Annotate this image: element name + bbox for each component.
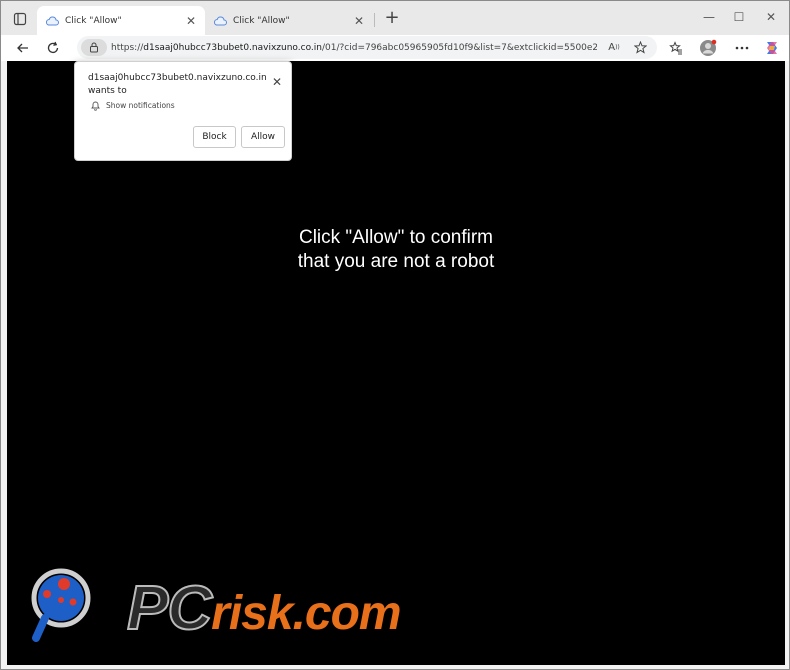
back-button[interactable] — [13, 38, 33, 58]
tab-title: Click "Allow" — [65, 15, 122, 26]
copilot-icon[interactable] — [763, 39, 781, 57]
allow-button[interactable]: Allow — [241, 126, 285, 148]
page-headline: Click "Allow" to confirm that you are no… — [7, 226, 785, 274]
tab-strip: Click "Allow" ✕ Click "Allow" ✕ + — ☐ ✕ — [1, 1, 789, 35]
tab-separator — [374, 13, 375, 27]
more-icon[interactable] — [733, 39, 751, 57]
new-tab-button[interactable]: + — [383, 9, 401, 28]
url-text[interactable]: https://d1saaj0hubcc73bubet0.navixzuno.c… — [111, 43, 597, 53]
minimize-button[interactable]: — — [701, 9, 717, 25]
watermark-risk: risk.com — [211, 587, 401, 640]
popup-close-button[interactable]: ✕ — [271, 76, 283, 88]
lock-icon — [90, 42, 98, 53]
popup-origin: d1saaj0hubcc73bubet0.navixzuno.co.in wan… — [88, 72, 268, 98]
block-button[interactable]: Block — [193, 126, 236, 148]
close-window-button[interactable]: ✕ — [763, 9, 779, 25]
pcrisk-watermark: PCrisk.com — [31, 566, 471, 646]
permission-row: Show notifications — [89, 99, 175, 111]
back-arrow-icon — [17, 43, 28, 53]
tab-close-icon[interactable]: ✕ — [353, 14, 365, 28]
profile-icon[interactable] — [699, 39, 717, 57]
url-path: /01/?cid=796abc05965905fd10f9&list=7&ext… — [321, 42, 597, 53]
cloud-icon — [45, 14, 59, 28]
magnifier-logo-icon — [31, 568, 91, 642]
url-prefix: https:// — [111, 42, 144, 53]
headline-line-2: that you are not a robot — [297, 251, 495, 272]
cloud-icon — [213, 14, 227, 28]
toolbar: https://d1saaj0hubcc73bubet0.navixzuno.c… — [1, 35, 789, 61]
refresh-icon — [47, 41, 59, 54]
tab-actions-icon — [13, 12, 27, 26]
notification-permission-popup: d1saaj0hubcc73bubet0.navixzuno.co.in wan… — [74, 61, 292, 161]
site-info-button[interactable] — [81, 39, 107, 56]
star-icon[interactable] — [631, 39, 649, 57]
url-host: d1saaj0hubcc73bubet0.navixzuno.co.in — [143, 42, 322, 53]
headline-line-1: Click "Allow" to confirm — [298, 227, 494, 248]
watermark-pc: PC — [126, 573, 213, 644]
refresh-button[interactable] — [43, 38, 63, 58]
favorites-icon[interactable] — [667, 39, 685, 57]
popup-origin-host: d1saaj0hubcc73bubet0.navixzuno.co.in — [88, 73, 267, 83]
watermark-text: PCrisk.com — [126, 573, 402, 649]
address-bar[interactable]: https://d1saaj0hubcc73bubet0.navixzuno.c… — [77, 36, 657, 59]
read-aloud-icon[interactable]: A)) — [605, 39, 623, 57]
permission-label: Show notifications — [106, 100, 175, 110]
maximize-button[interactable]: ☐ — [731, 9, 747, 25]
tab-title: Click "Allow" — [233, 15, 290, 26]
browser-window: Click "Allow" ✕ Click "Allow" ✕ + — ☐ ✕ … — [0, 0, 790, 670]
popup-wants-to: wants to — [88, 86, 127, 96]
tab-active[interactable]: Click "Allow" ✕ — [37, 6, 205, 35]
tab-actions-button[interactable] — [9, 9, 31, 29]
tab-inactive[interactable]: Click "Allow" ✕ — [205, 6, 373, 35]
tab-close-icon[interactable]: ✕ — [185, 14, 197, 28]
bell-icon — [89, 99, 101, 111]
